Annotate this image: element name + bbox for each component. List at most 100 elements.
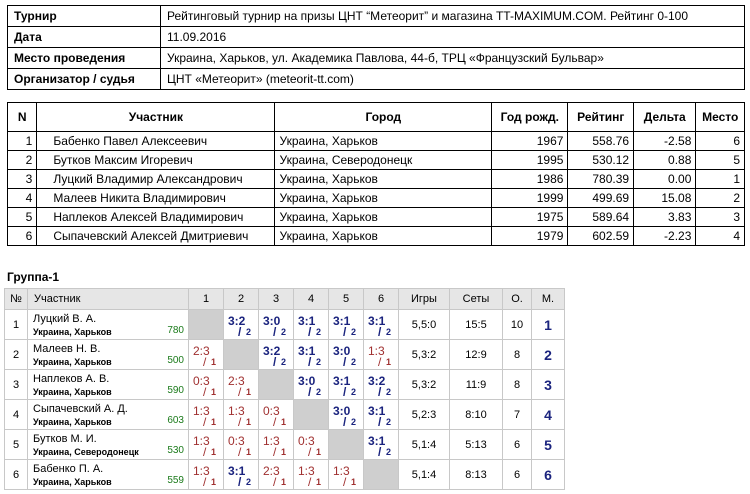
match-slash: /: [273, 355, 277, 369]
participant-cell: 15.08: [633, 188, 697, 208]
match-slash: /: [203, 415, 207, 429]
group-row: 3 Наплеков А. В. Украина, Харьков 590 0:3/1 2…: [4, 369, 565, 400]
grid-header: 6: [363, 288, 399, 310]
match-points: 1: [281, 417, 287, 427]
match-cell: 1:3/ 1: [293, 459, 329, 490]
self-match-cell: [328, 429, 364, 460]
player-name: Луцкий В. А.: [33, 313, 97, 325]
participant-cell: 4: [695, 226, 745, 246]
participant-cell: 1967: [491, 131, 569, 151]
participants-header: Участник: [36, 102, 276, 132]
match-score: 0:3: [298, 434, 315, 448]
match-cell: 0:3/ 1: [258, 399, 294, 430]
group-place: 3: [531, 369, 565, 400]
participant-row: 3 Луцкий Владимир Александрович Украина, Х…: [6, 169, 745, 189]
participant-cell: Наплеков Алексей Владимирович: [36, 207, 276, 227]
player-city: Украина, Харьков: [33, 327, 112, 337]
match-score: 3:1: [368, 404, 386, 418]
group-player-cell: Бутков М. И. Украина, Северодонецк 530: [27, 429, 189, 460]
group-sets: 11:9: [449, 369, 503, 400]
match-slash: /: [203, 475, 207, 489]
group-games: 5,1:4: [398, 459, 450, 490]
match-score: 3:1: [368, 434, 386, 448]
player-rating: 780: [167, 325, 184, 336]
match-points: 1: [211, 477, 217, 487]
match-score: 3:1: [333, 374, 351, 388]
participant-cell: 6: [695, 131, 745, 151]
match-points: 2: [281, 327, 287, 337]
participant-cell: 2: [695, 188, 745, 208]
match-cell: 3:1/ 2: [363, 309, 399, 340]
match-points: 2: [316, 357, 322, 367]
group-points: 8: [502, 339, 532, 370]
match-points: 1: [246, 447, 252, 457]
participant-cell: Бутков Максим Игоревич: [36, 150, 276, 170]
match-points: 2: [351, 327, 357, 337]
match-points: 1: [211, 387, 217, 397]
group-row-number: 3: [4, 369, 28, 400]
group-row-number: 6: [4, 459, 28, 490]
match-points: 1: [316, 477, 322, 487]
match-points: 1: [316, 447, 322, 457]
info-value: ЦНТ «Метеорит» (meteorit-tt.com): [160, 68, 745, 90]
group-place: 6: [531, 459, 565, 490]
group-points: 6: [502, 429, 532, 460]
participant-cell: 0.00: [633, 169, 697, 189]
participant-cell: Украина, Северодонецк: [274, 150, 493, 170]
match-cell: 1:3/ 1: [363, 339, 399, 370]
match-cell: 3:0/ 2: [293, 369, 329, 400]
match-points: 2: [386, 387, 392, 397]
match-score: 3:0: [333, 404, 351, 418]
player-name: Наплеков А. В.: [33, 373, 110, 385]
grid-header: О.: [502, 288, 532, 310]
match-slash: /: [343, 325, 347, 339]
participant-cell: Украина, Харьков: [274, 188, 493, 208]
match-slash: /: [378, 445, 382, 459]
match-cell: 1:3/ 1: [328, 459, 364, 490]
match-points: 1: [386, 357, 392, 367]
match-score: 3:2: [263, 344, 281, 358]
match-slash: /: [308, 385, 312, 399]
match-points: 2: [246, 327, 252, 337]
group-sets: 12:9: [449, 339, 503, 370]
group-sets: 5:13: [449, 429, 503, 460]
match-slash: /: [343, 355, 347, 369]
match-points: 1: [211, 357, 217, 367]
match-cell: 3:1/ 2: [328, 309, 364, 340]
grid-header: 3: [258, 288, 294, 310]
participant-cell: Украина, Харьков: [274, 131, 493, 151]
participant-row: 4 Малеев Никита Владимирович Украина, Харь…: [6, 188, 745, 208]
group-points: 8: [502, 369, 532, 400]
match-slash: /: [273, 325, 277, 339]
match-cell: 3:1/ 2: [363, 429, 399, 460]
match-slash: /: [378, 325, 382, 339]
participants-header: Место: [695, 102, 745, 132]
grid-header: 1: [188, 288, 224, 310]
match-score: 0:3: [228, 434, 245, 448]
player-city: Украина, Харьков: [33, 477, 112, 487]
match-points: 1: [351, 477, 357, 487]
match-slash: /: [203, 355, 207, 369]
group-player-cell: Сыпачевский А. Д. Украина, Харьков 603: [27, 399, 189, 430]
match-points: 1: [246, 417, 252, 427]
match-slash: /: [343, 385, 347, 399]
group-games: 5,3:2: [398, 339, 450, 370]
player-city: Украина, Северодонецк: [33, 447, 139, 457]
participants-header: Рейтинг: [567, 102, 635, 132]
match-slash: /: [273, 415, 277, 429]
participant-cell: 6: [6, 226, 38, 246]
participants-header: Дельта: [633, 102, 697, 132]
match-points: 1: [211, 447, 217, 457]
participant-cell: 1986: [491, 169, 569, 189]
match-points: 1: [246, 387, 252, 397]
match-slash: /: [238, 475, 242, 489]
participant-cell: 589.64: [567, 207, 635, 227]
match-points: 2: [351, 387, 357, 397]
match-score: 3:0: [298, 374, 316, 388]
match-slash: /: [273, 445, 277, 459]
info-row: Турнир Рейтинговый турнир на призы ЦНТ “М…: [7, 5, 745, 27]
tournament-info-table: Турнир Рейтинговый турнир на призы ЦНТ “М…: [7, 5, 745, 90]
participants-header: N: [6, 102, 38, 132]
grid-header: 2: [223, 288, 259, 310]
match-cell: 2:3/ 1: [188, 339, 224, 370]
